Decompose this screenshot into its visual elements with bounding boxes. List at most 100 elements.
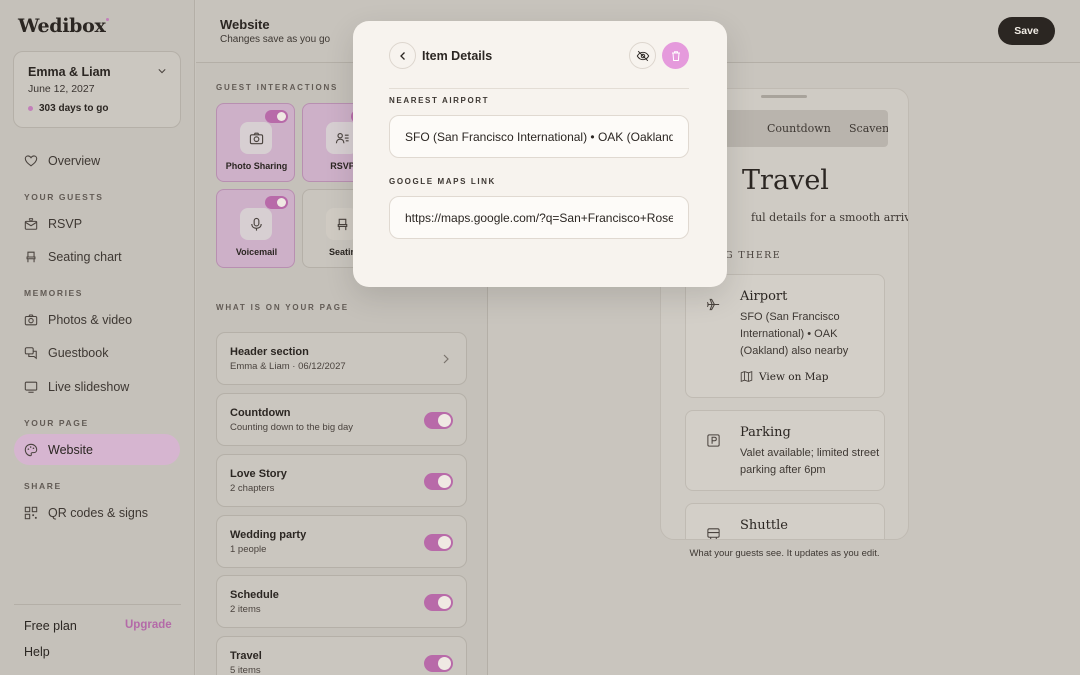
status-dot (28, 106, 33, 111)
sidebar-item-label: Live slideshow (48, 379, 130, 394)
preview-subtitle: ful details for a smooth arrival. (751, 211, 909, 224)
upgrade-link[interactable]: Upgrade (125, 619, 172, 631)
sidebar-item-website[interactable]: Website (14, 434, 180, 465)
airport-field-label: NEAREST AIRPORT (389, 96, 490, 105)
card-body: Valet available; limited street parking … (740, 447, 880, 476)
chevron-right-icon[interactable] (442, 353, 450, 365)
view-on-map-link[interactable]: View on Map (740, 370, 828, 383)
section-title: Header section (230, 346, 309, 358)
back-button[interactable] (389, 42, 416, 69)
eye-off-icon (636, 50, 649, 61)
chevron-down-icon[interactable] (158, 67, 166, 75)
schedule-toggle[interactable] (424, 594, 453, 611)
chair-icon (26, 251, 36, 262)
section-subtitle: 1 people (230, 544, 267, 555)
sidebar-divider (14, 604, 181, 605)
page-subtitle: Changes save as you go (220, 34, 331, 45)
airport-input[interactable] (389, 115, 689, 158)
section-card-header[interactable]: Header section Emma & Liam · 06/12/2027 (216, 332, 467, 385)
tile-voicemail[interactable]: Voicemail (216, 189, 295, 268)
card-title: Shuttle (740, 518, 788, 533)
sidebar-item-live-slideshow[interactable]: Live slideshow (14, 371, 180, 402)
help-link[interactable]: Help (24, 645, 50, 659)
countdown-status: 303 days to go (28, 103, 108, 114)
section-title: Countdown (230, 407, 291, 419)
section-card-love-story[interactable]: Love Story 2 chapters (216, 454, 467, 507)
logo-dot (105, 18, 109, 21)
delete-item-button[interactable] (662, 42, 689, 69)
card-title: Parking (740, 425, 791, 440)
sidebar-item-rsvp[interactable]: RSVP (14, 208, 180, 239)
sidebar-item-label: Photos & video (48, 312, 133, 327)
sidebar-item-label: QR codes & signs (48, 505, 149, 520)
sidebar-item-photos-video[interactable]: Photos & video (14, 304, 180, 335)
sidebar-item-label: Guestbook (48, 345, 109, 360)
voicemail-toggle[interactable] (265, 196, 288, 209)
section-title: Travel (230, 650, 262, 662)
app-logo[interactable]: Wedibox (18, 15, 109, 37)
countdown-text: 303 days to go (39, 103, 109, 114)
preview-tab-countdown[interactable]: Countdown (767, 122, 831, 135)
save-button[interactable]: Save (998, 17, 1055, 45)
palette-icon (24, 443, 38, 456)
envelope-heart-icon (24, 217, 38, 230)
sidebar-item-overview[interactable]: Overview (14, 145, 180, 176)
chevron-left-icon (399, 51, 405, 60)
heart-icon (24, 154, 38, 166)
plan-label: Free plan (24, 619, 77, 633)
preview-caption: What your guests see. It updates as you … (689, 548, 880, 559)
trash-icon (671, 50, 680, 61)
qr-code-icon (24, 506, 38, 519)
photo-sharing-toggle[interactable] (265, 110, 288, 123)
item-details-modal: Item Details NEAREST AIRPORT GOOGLE MAPS… (353, 21, 727, 287)
microphone-icon (240, 208, 272, 240)
love-story-toggle[interactable] (424, 473, 453, 490)
section-card-countdown[interactable]: Countdown Counting down to the big day (216, 393, 467, 446)
sidebar-item-guestbook[interactable]: Guestbook (14, 337, 180, 368)
section-subtitle: Counting down to the big day (230, 422, 354, 433)
section-card-wedding-party[interactable]: Wedding party 1 people (216, 515, 467, 568)
section-title: Love Story (230, 468, 287, 480)
section-subtitle: 2 items (230, 604, 261, 615)
preview-section-heading: G THERE (725, 250, 782, 261)
bus-icon (700, 520, 726, 539)
preview-card-shuttle: Shuttle (685, 503, 885, 539)
couple-selector[interactable]: Emma & Liam June 12, 2027 303 days to go (13, 51, 181, 128)
card-body: SFO (San Francisco International) • OAK … (740, 311, 849, 357)
section-card-schedule[interactable]: Schedule 2 items (216, 575, 467, 628)
tile-photo-sharing[interactable]: Photo Sharing (216, 103, 295, 182)
maps-field-label: GOOGLE MAPS LINK (389, 177, 496, 186)
section-label-memories: MEMORIES (24, 288, 84, 298)
sidebar: Wedibox Emma & Liam June 12, 2027 303 da… (0, 0, 195, 675)
phone-notch (761, 95, 807, 98)
hide-item-button[interactable] (629, 42, 656, 69)
section-card-travel[interactable]: Travel 5 items (216, 636, 467, 675)
guest-interactions-label: GUEST INTERACTIONS (216, 83, 339, 92)
camera-icon (240, 122, 272, 154)
couple-names: Emma & Liam (28, 65, 111, 79)
wedding-date: June 12, 2027 (28, 83, 95, 95)
section-label-your-page: YOUR PAGE (24, 418, 89, 428)
section-subtitle: Emma & Liam · 06/12/2027 (230, 361, 346, 372)
preview-tab[interactable]: Scaveng (849, 122, 888, 135)
preview-card-airport: Airport SFO (San Francisco International… (685, 274, 885, 398)
sidebar-item-qr-codes[interactable]: QR codes & signs (14, 497, 180, 528)
sidebar-item-seating-chart[interactable]: Seating chart (14, 241, 180, 272)
section-label-guests: YOUR GUESTS (24, 192, 104, 202)
page-sections-label: WHAT IS ON YOUR PAGE (216, 303, 349, 312)
camera-icon (24, 313, 38, 325)
maps-link-input[interactable] (389, 196, 689, 239)
monitor-icon (24, 381, 38, 393)
countdown-toggle[interactable] (424, 412, 453, 429)
modal-title: Item Details (422, 49, 493, 63)
travel-toggle[interactable] (424, 655, 453, 672)
chat-bubbles-icon (24, 346, 37, 359)
map-link-label: View on Map (759, 370, 829, 383)
sidebar-item-label: Seating chart (48, 249, 122, 264)
sidebar-item-label: Overview (48, 153, 101, 168)
wedding-party-toggle[interactable] (424, 534, 453, 551)
page-title: Website (220, 17, 270, 32)
tile-label: Photo Sharing (225, 161, 288, 171)
section-label-share: SHARE (24, 481, 62, 491)
sidebar-item-label: RSVP (48, 216, 83, 231)
